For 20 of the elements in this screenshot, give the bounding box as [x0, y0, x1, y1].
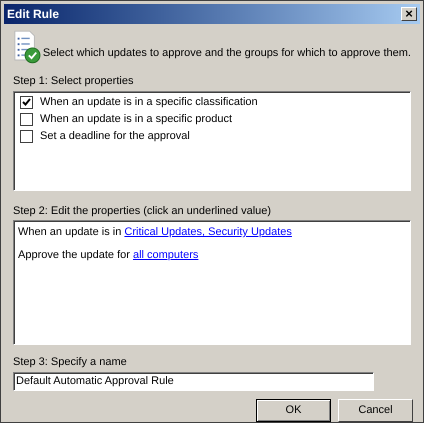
property-label[interactable]: When an update is in a specific classification	[40, 94, 258, 110]
checkbox[interactable]	[20, 96, 33, 109]
step3-label: Step 3: Specify a name	[13, 355, 127, 370]
step1-label: Step 1: Select properties	[13, 74, 134, 90]
checklist-icon	[13, 29, 41, 66]
value-link[interactable]: Critical Updates, Security Updates	[124, 226, 292, 238]
property-label[interactable]: When an update is in a specific product	[40, 110, 232, 128]
step2-label: Step 2: Edit the properties (click an underlined value)	[13, 204, 272, 219]
instruction-text: Select which updates to approve and the groups for which to approve them.	[42, 46, 411, 61]
value-link[interactable]: all computers	[132, 248, 198, 261]
rule-description-text: When an update is in Critical Updates, Security Updates	[18, 225, 292, 240]
checkbox[interactable]	[20, 130, 33, 143]
dialog-button[interactable]: Cancel	[338, 399, 413, 422]
rule-description-text: Approve the update for all computers	[18, 248, 198, 263]
name-field[interactable]: Default Automatic Approval Rule	[13, 372, 374, 391]
window-title: Edit Rule	[7, 6, 60, 24]
checkbox[interactable]	[20, 112, 33, 126]
dialog-button[interactable]: OK	[256, 399, 331, 422]
property-label[interactable]: Set a deadline for the approval	[40, 128, 190, 144]
close-button[interactable]: ×	[401, 7, 417, 22]
